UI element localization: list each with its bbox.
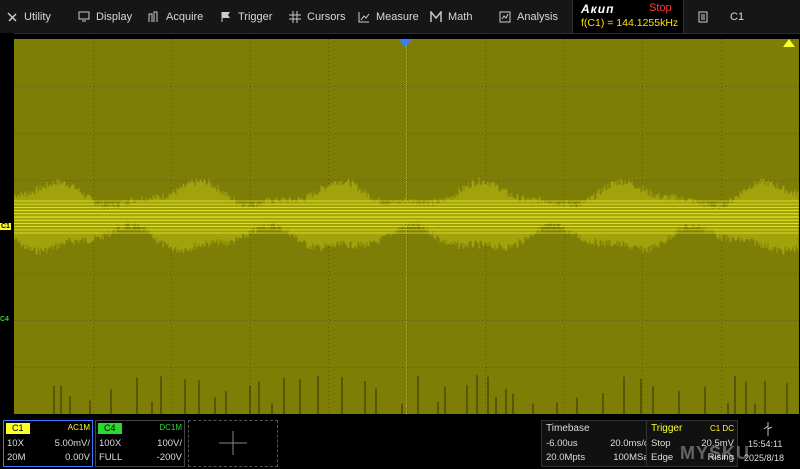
analysis-icon [499,11,511,22]
menu-trigger[interactable]: Trigger [220,0,272,33]
channel4-offset: -200V [156,452,182,463]
trigger-type: Edge [651,452,674,463]
brand-logo: Акип [581,2,615,16]
trigger-flag-icon [221,11,230,22]
trigger-level-marker[interactable] [783,39,795,48]
menu-analysis-label: Analysis [517,10,558,23]
channel4-box[interactable]: C4 DC1M 100X 100V/ FULL -200V [95,420,185,467]
waveform-canvas [14,39,799,414]
cursors-icon [289,10,301,23]
waveform-display[interactable] [14,39,799,414]
timebase-points: 20.0Mpts [546,452,586,463]
c4-offset-marker[interactable]: C4 [0,316,9,323]
menu-cursors[interactable]: Cursors [289,0,346,33]
channel-selector[interactable]: C1 [698,0,744,33]
channel4-coupling: DC1M [159,423,182,432]
math-icon [430,10,442,22]
menu-display[interactable]: Display [78,0,132,33]
clock-time: 15:54:11 [748,439,783,449]
display-icon [78,11,90,22]
run-state[interactable]: Stop [649,2,672,14]
channel1-offset: 0.00V [65,452,90,463]
channel1-coupling: AC1M [67,423,90,432]
c1-offset-marker[interactable]: C1 [0,223,11,230]
usb-icon [763,422,773,436]
channel1-scale: 5.00mV/ [54,438,90,449]
trigger-position-marker[interactable] [398,39,412,48]
channel1-tag: C1 [6,423,30,434]
channel1-box[interactable]: C1 AC1M 10X 5.00mV/ 20M 0.00V [3,420,93,467]
menu-acquire[interactable]: Acquire [148,0,203,33]
channel4-probe: 100X [99,438,122,449]
menu-analysis[interactable]: Analysis [499,0,558,33]
frequency-counter: f(C1) = 144.1255kHz [581,17,679,29]
menu-utility[interactable]: Utility [6,0,51,33]
menu-cursors-label: Cursors [307,10,346,23]
menu-math[interactable]: Math [430,0,472,33]
channel4-tag: C4 [98,423,122,434]
acquire-icon [148,11,158,22]
channel1-probe: 10X [7,438,24,449]
menu-measure-label: Measure [376,10,419,23]
timebase-title: Timebase [546,423,590,434]
channel1-bandwidth: 20M [7,452,26,463]
menu-measure[interactable]: Measure [358,0,419,33]
trigger-source: C1 DC [709,424,734,433]
utility-icon [7,11,17,22]
timebase-box[interactable]: Timebase -6.00us 20.0ms/div 20.0Mpts 100… [541,420,660,467]
bottom-panel: C1 AC1M 10X 5.00mV/ 20M 0.00V C4 DC1M 10… [0,418,800,469]
channel4-bandwidth: FULL [99,452,123,463]
timebase-delay: -6.00us [546,438,578,449]
left-axis: C1 C4 [0,33,14,418]
watermark-logo: MYSKU [680,443,751,463]
channel4-scale: 100V/ [157,438,182,449]
menu-math-label: Math [448,10,473,23]
menu-display-label: Display [96,10,133,23]
channel-selector-label: C1 [730,10,745,23]
menu-acquire-label: Acquire [166,10,204,23]
plus-icon [219,431,247,455]
menu-trigger-label: Trigger [238,10,273,23]
top-menu-bar: Utility Display Acquire Trigger Cursors … [0,0,800,34]
add-channel-button[interactable] [188,420,278,467]
document-icon [698,11,708,22]
measure-icon [358,11,370,22]
menu-utility-label: Utility [24,10,51,23]
trigger-mode: Stop [651,438,671,449]
trigger-title: Trigger [651,423,683,434]
status-panel: Акип Stop f(C1) = 144.1255kHz [572,0,684,33]
